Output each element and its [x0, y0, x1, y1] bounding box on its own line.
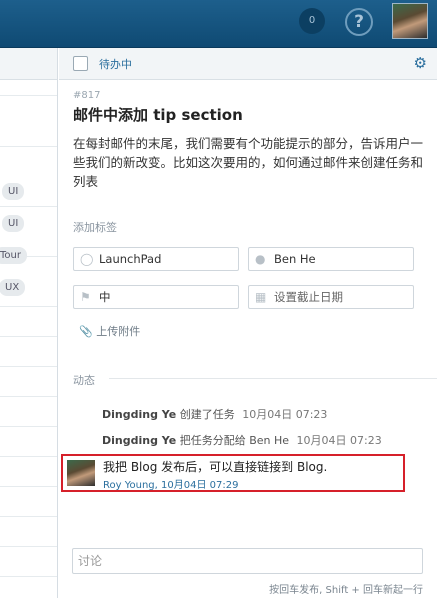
- flag-icon: ⚑: [80, 290, 91, 304]
- priority-field[interactable]: ⚑ 中: [73, 285, 239, 309]
- activity-item: Dingding Ye 创建了任务 10月04日 07:23: [102, 406, 327, 422]
- project-field[interactable]: ◯ LaunchPad: [73, 247, 239, 271]
- list-row-divider: [0, 306, 57, 307]
- activity-user[interactable]: Dingding Ye: [102, 408, 176, 421]
- task-tag: UX: [0, 279, 26, 296]
- list-row-divider: [0, 366, 57, 367]
- activity-item: Dingding Ye 把任务分配给 Ben He 10月04日 07:23: [102, 432, 382, 448]
- task-id: #817: [73, 90, 101, 101]
- comment-item: 我把 Blog 发布后，可以直接链接到 Blog. Roy Young, 10月…: [61, 454, 405, 492]
- list-row-divider: [0, 456, 57, 457]
- paperclip-icon: 📎: [79, 325, 93, 338]
- list-row-divider: [0, 95, 57, 96]
- assignee-field[interactable]: ● Ben He: [248, 247, 414, 271]
- user-avatar[interactable]: [392, 3, 428, 39]
- comment-text: 我把 Blog 发布后，可以直接链接到 Blog.: [103, 460, 328, 474]
- list-row-divider: [0, 516, 57, 517]
- task-tag: UI: [2, 215, 25, 232]
- task-description[interactable]: 在每封邮件的末尾，我们需要有个功能提示的部分，告诉用户一些我们的新改变。比如这次…: [73, 134, 427, 191]
- priority-value: 中: [99, 290, 111, 304]
- help-icon[interactable]: ?: [345, 8, 373, 36]
- discussion-hint: 按回车发布, Shift + 回车新起一行: [269, 585, 423, 596]
- list-row-divider: [0, 146, 57, 147]
- user-icon: ●: [255, 252, 266, 266]
- activity-time: 10月04日 07:23: [296, 434, 382, 447]
- calendar-icon: ▦: [255, 290, 267, 304]
- due-date-placeholder: 设置截止日期: [274, 290, 343, 304]
- notification-count-badge[interactable]: 0: [299, 8, 325, 34]
- task-tag: UI: [2, 183, 25, 200]
- activity-divider: [109, 378, 437, 379]
- task-list-header: [0, 48, 57, 80]
- assignee-value: Ben He: [274, 252, 316, 266]
- task-status[interactable]: 待办中: [99, 56, 132, 72]
- due-date-field[interactable]: ▦ 设置截止日期: [248, 285, 414, 309]
- comment-meta[interactable]: Roy Young, 10月04日 07:29: [103, 476, 238, 491]
- upload-label: 上传附件: [96, 325, 141, 338]
- list-row-divider: [0, 396, 57, 397]
- project-value: LaunchPad: [99, 252, 162, 266]
- task-detail-header: 待办中 ⚙: [59, 48, 437, 80]
- add-tag-label[interactable]: 添加标签: [73, 219, 117, 235]
- activity-time: 10月04日 07:23: [242, 408, 328, 421]
- circle-icon: ◯: [80, 252, 94, 266]
- task-complete-checkbox[interactable]: [73, 56, 88, 71]
- gear-icon[interactable]: ⚙: [414, 54, 427, 72]
- list-row-divider: [0, 426, 57, 427]
- commenter-avatar[interactable]: [67, 460, 95, 486]
- activity-action: 把任务分配给 Ben He: [179, 434, 290, 447]
- activity-action: 创建了任务: [179, 408, 235, 421]
- discussion-input[interactable]: 讨论: [72, 548, 423, 574]
- list-row-divider: [0, 336, 57, 337]
- list-row-divider: [0, 576, 57, 577]
- list-row-divider: [0, 486, 57, 487]
- top-navbar: 0 ?: [0, 0, 437, 48]
- upload-attachment-link[interactable]: 📎 上传附件: [79, 323, 140, 339]
- task-tag: Tour: [0, 247, 27, 264]
- task-list-pane: UI UI Tour UX: [0, 48, 58, 598]
- list-row-divider: [0, 206, 57, 207]
- task-title[interactable]: 邮件中添加 tip section: [73, 104, 243, 125]
- task-detail-panel: 待办中 ⚙ #817 邮件中添加 tip section 在每封邮件的末尾，我们…: [59, 48, 437, 598]
- activity-label: 动态: [73, 372, 101, 388]
- list-row-divider: [0, 546, 57, 547]
- activity-user[interactable]: Dingding Ye: [102, 434, 176, 447]
